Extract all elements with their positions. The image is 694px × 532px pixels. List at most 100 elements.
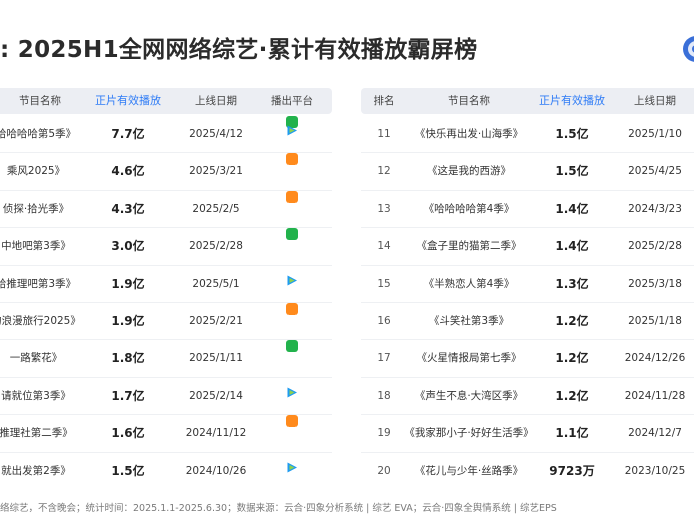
show-name: 《斗笑社第3季》 bbox=[428, 314, 510, 327]
header-value: 正片有效播放 bbox=[539, 94, 605, 107]
release-date: 2025/2/21 bbox=[189, 314, 243, 327]
play-count: 4.3亿 bbox=[111, 201, 145, 216]
show-name: 《这是我的西游》 bbox=[427, 165, 511, 178]
ranking-table-left: 节目名称 正片有效播放 上线日期 播出平台 哈哈哈哈第5季》 7.7亿 2025/4… bbox=[0, 88, 332, 480]
play-count: 1.4亿 bbox=[555, 239, 589, 254]
rank-number: 20 bbox=[377, 464, 391, 477]
release-date: 2025/3/18 bbox=[628, 277, 682, 290]
play-count: 1.1亿 bbox=[555, 426, 589, 441]
release-date: 2025/4/25 bbox=[628, 165, 682, 178]
play-count: 1.6亿 bbox=[111, 426, 145, 441]
footnote: 络综艺，不含晚会；统计时间：2025.1.1-2025.6.30；数据来源：云合… bbox=[0, 503, 557, 514]
show-name: 就出发第2季》 bbox=[1, 464, 71, 477]
release-date: 2024/12/7 bbox=[628, 427, 682, 440]
table-row: 乘风2025》 4.6亿 2025/3/21 bbox=[0, 153, 332, 191]
header-name: 节目名称 bbox=[19, 95, 61, 107]
release-date: 2025/2/28 bbox=[628, 240, 682, 253]
release-date: 2024/12/26 bbox=[624, 352, 686, 365]
table-row: 12 《这是我的西游》 1.5亿 2025/4/25 bbox=[361, 153, 694, 191]
table-row: 13 《哈哈哈哈第4季》 1.4亿 2024/3/23 bbox=[361, 191, 694, 229]
play-count: 1.4亿 bbox=[555, 201, 589, 216]
release-date: 2025/4/12 bbox=[189, 128, 243, 140]
play-count: 3.0亿 bbox=[111, 239, 145, 254]
table-row: 14 《盒子里的猫第二季》 1.4亿 2025/2/28 bbox=[361, 228, 694, 266]
rank-number: 15 bbox=[377, 277, 391, 290]
table-row: 18 《声生不息·大湾区季》 1.2亿 2024/11/28 bbox=[361, 378, 694, 416]
play-count: 1.2亿 bbox=[555, 388, 589, 403]
table-row: 的浪漫旅行2025》 1.9亿 2025/2/21 bbox=[0, 302, 332, 341]
play-count: 1.3亿 bbox=[555, 276, 589, 291]
table-row: 请就位第3季》 1.7亿 2025/2/14 bbox=[0, 378, 332, 416]
table-row: 19 《我家那小子·好好生活季》 1.1亿 2024/12/7 bbox=[361, 415, 694, 453]
table-row: 就出发第2季》 1.5亿 2024/10/26 bbox=[0, 453, 332, 489]
header-name: 节目名称 bbox=[448, 95, 490, 107]
play-count: 4.6亿 bbox=[111, 164, 145, 179]
iqiyi-icon bbox=[286, 340, 298, 359]
play-count: 1.5亿 bbox=[111, 463, 145, 478]
show-name: 《哈哈哈哈第4季》 bbox=[423, 202, 515, 215]
play-count: 9723万 bbox=[549, 463, 595, 478]
release-date: 2025/1/11 bbox=[189, 352, 243, 365]
brand-logo-icon bbox=[683, 36, 694, 62]
header-value: 正片有效播放 bbox=[95, 94, 161, 107]
table-row: 11 《快乐再出发·山海季》 1.5亿 2025/1/10 bbox=[361, 116, 694, 154]
mango-icon bbox=[286, 415, 298, 434]
rank-number: 19 bbox=[377, 427, 391, 440]
mango-icon bbox=[286, 302, 298, 321]
show-name: 《花儿与少年·丝路季》 bbox=[414, 464, 524, 477]
play-count: 1.9亿 bbox=[111, 313, 145, 328]
show-name: 推理社第二季》 bbox=[0, 427, 73, 440]
rank-number: 13 bbox=[377, 202, 391, 215]
table-header: 排名 节目名称 正片有效播放 上线日期 bbox=[361, 88, 694, 114]
release-date: 2024/10/26 bbox=[185, 464, 247, 477]
table-row: 推理社第二季》 1.6亿 2024/11/12 bbox=[0, 415, 332, 453]
rank-number: 17 bbox=[377, 352, 391, 365]
header-date: 上线日期 bbox=[195, 95, 237, 107]
rank-number: 11 bbox=[377, 128, 391, 140]
play-count: 1.8亿 bbox=[111, 351, 145, 366]
release-date: 2025/1/18 bbox=[628, 314, 682, 327]
rank-number: 16 bbox=[377, 314, 391, 327]
release-date: 2024/11/12 bbox=[185, 427, 247, 440]
play-count: 7.7亿 bbox=[111, 127, 145, 141]
tencent-icon bbox=[286, 116, 299, 136]
rank-number: 18 bbox=[377, 389, 391, 402]
iqiyi-icon bbox=[286, 228, 298, 247]
show-name: 《快乐再出发·山海季》 bbox=[414, 128, 524, 140]
show-name: 《半熟恋人第4季》 bbox=[423, 277, 515, 290]
play-count: 1.5亿 bbox=[555, 164, 589, 179]
table-row: 哈哈哈哈第5季》 7.7亿 2025/4/12 bbox=[0, 116, 332, 154]
table-row: 一路繁花》 1.8亿 2025/1/11 bbox=[0, 340, 332, 378]
table-body: 11 《快乐再出发·山海季》 1.5亿 2025/1/10 12 《这是我的西游》 1.5亿… bbox=[361, 116, 694, 489]
rank-number: 12 bbox=[377, 165, 391, 178]
show-name: 的浪漫旅行2025》 bbox=[0, 314, 81, 327]
release-date: 2025/1/10 bbox=[628, 128, 682, 140]
show-name: 请就位第3季》 bbox=[1, 389, 71, 402]
release-date: 2025/2/5 bbox=[192, 202, 240, 215]
show-name: 一路繁花》 bbox=[9, 352, 63, 365]
tencent-icon bbox=[286, 266, 299, 286]
release-date: 2023/10/25 bbox=[624, 464, 686, 477]
table-row: 侦探·拾光季》 4.3亿 2025/2/5 bbox=[0, 190, 332, 229]
table-row: 16 《斗笑社第3季》 1.2亿 2025/1/18 bbox=[361, 303, 694, 341]
play-count: 1.2亿 bbox=[555, 351, 589, 366]
show-name: 《我家那小子·好好生活季》 bbox=[404, 427, 534, 440]
table-row: 17 《火星情报局第七季》 1.2亿 2024/12/26 bbox=[361, 340, 694, 378]
show-name: 《声生不息·大湾区季》 bbox=[414, 389, 524, 402]
rank-number: 14 bbox=[377, 240, 391, 253]
table-row: 20 《花儿与少年·丝路季》 9723万 2023/10/25 bbox=[361, 453, 694, 489]
show-name: 侦探·拾光季》 bbox=[2, 202, 70, 215]
release-date: 2025/3/21 bbox=[189, 165, 243, 178]
table-row: 15 《半熟恋人第4季》 1.3亿 2025/3/18 bbox=[361, 266, 694, 303]
tencent-icon bbox=[286, 453, 299, 473]
mango-icon bbox=[286, 153, 298, 172]
play-count: 1.2亿 bbox=[555, 313, 589, 328]
page-title: : 2025H1全网网络综艺·累计有效播放霸屏榜 bbox=[0, 37, 478, 63]
play-count: 1.5亿 bbox=[555, 127, 589, 141]
ranking-table-right: 排名 节目名称 正片有效播放 上线日期 11 《快乐再出发·山海季》 1.5亿 202… bbox=[361, 88, 694, 480]
show-name: 《盒子里的猫第二季》 bbox=[416, 240, 522, 253]
show-name: 《火星情报局第七季》 bbox=[416, 352, 522, 365]
table-header: 节目名称 正片有效播放 上线日期 播出平台 bbox=[0, 88, 332, 114]
header-date: 上线日期 bbox=[634, 95, 676, 107]
tencent-icon bbox=[286, 378, 299, 398]
